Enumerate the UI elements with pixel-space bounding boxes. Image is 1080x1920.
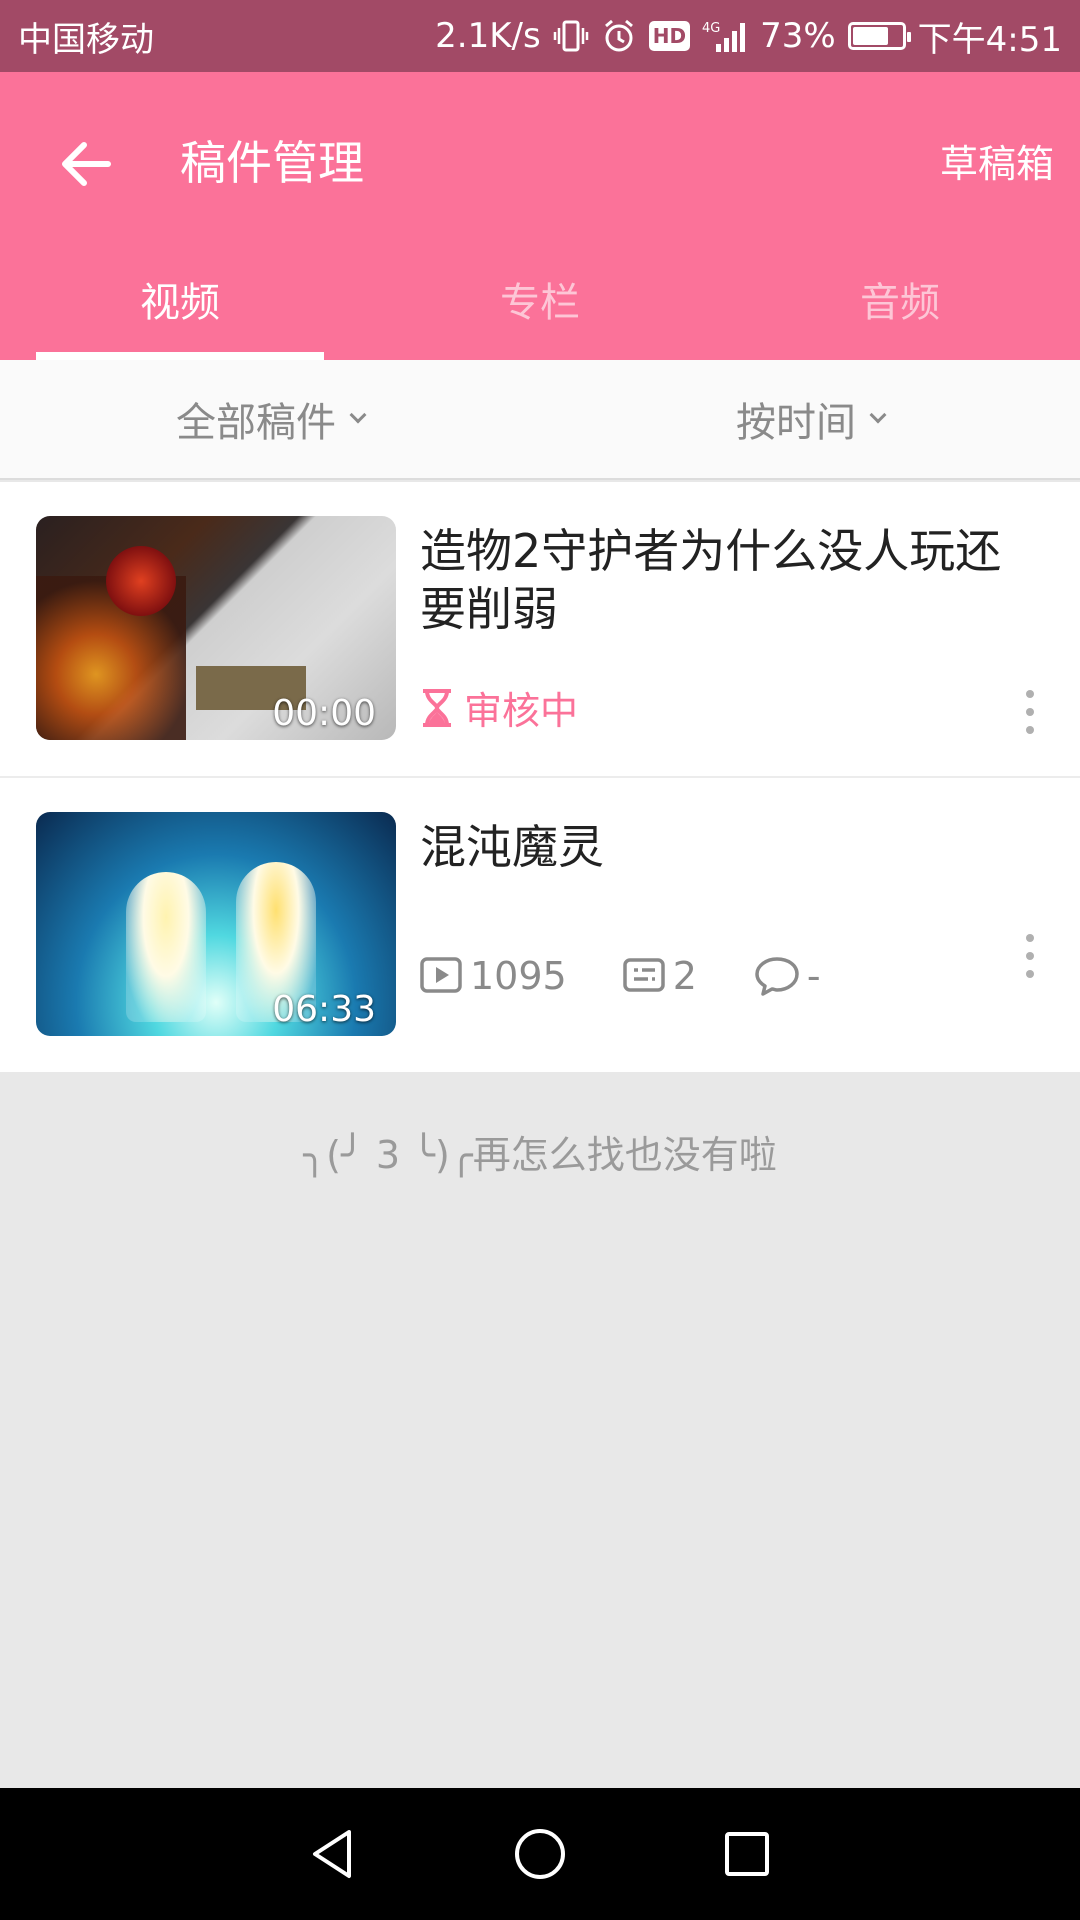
tab-indicator: [36, 352, 324, 360]
signal-icon: 4G: [702, 16, 748, 56]
video-thumbnail[interactable]: 06:33: [36, 812, 396, 1036]
back-button[interactable]: [46, 124, 126, 204]
status-label: 审核中: [464, 689, 579, 733]
play-count: 1095: [420, 954, 567, 998]
nav-home-button[interactable]: [500, 1814, 580, 1894]
more-options-button[interactable]: [1020, 682, 1040, 742]
navigation-bar: [0, 1788, 1080, 1920]
network-speed: 2.1K/s: [435, 16, 541, 56]
video-thumbnail[interactable]: 00:00: [36, 516, 396, 740]
video-title: 造物2守护者为什么没人玩还要削弱: [420, 524, 1002, 636]
danmaku-count: 2: [622, 954, 697, 998]
video-duration: 00:00: [272, 693, 376, 734]
screen: 中国移动 2.1K/s HD 4G 73% 下午4:51 稿件管理 草稿箱 视频: [0, 0, 1080, 1920]
end-of-list-message: ╮(╯ 3 ╰)╭再怎么找也没有啦: [303, 1133, 777, 1177]
tab-column[interactable]: 专栏: [360, 258, 720, 360]
nav-back-button[interactable]: [293, 1814, 373, 1894]
vibrate-icon: [553, 16, 589, 56]
chevron-down-icon: [349, 406, 367, 424]
video-stats-row: 1095 2 -: [420, 954, 877, 998]
square-recents-icon: [724, 1832, 769, 1876]
network-type: 4G: [702, 21, 720, 36]
nav-recents-button[interactable]: [707, 1814, 787, 1894]
tab-video[interactable]: 视频: [0, 258, 360, 360]
arrow-left-icon: [62, 142, 111, 186]
more-options-button[interactable]: [1020, 926, 1040, 986]
alarm-icon: [601, 16, 637, 56]
drafts-button[interactable]: 草稿箱: [940, 132, 1054, 196]
sort-label: 按时间: [736, 400, 856, 446]
triangle-back-icon: [313, 1830, 352, 1878]
battery-icon: [847, 22, 911, 50]
app-bar: 稿件管理 草稿箱 视频 专栏 音频: [0, 72, 1080, 360]
circle-home-icon: [514, 1829, 565, 1879]
video-list: 00:00 造物2守护者为什么没人玩还要削弱 审核中 06:33 混沌魔灵 10…: [0, 482, 1080, 1072]
status-bar: 中国移动 2.1K/s HD 4G 73% 下午4:51: [0, 0, 1080, 72]
list-item[interactable]: 06:33 混沌魔灵 1095 2 -: [0, 778, 1080, 1072]
status-icons: 2.1K/s HD 4G 73% 下午4:51: [435, 12, 1062, 61]
list-item[interactable]: 00:00 造物2守护者为什么没人玩还要削弱 审核中: [0, 482, 1080, 778]
clock: 下午4:51: [917, 19, 1062, 60]
comment-count: -: [753, 954, 821, 998]
tab-bar: 视频 专栏 音频: [0, 258, 1080, 360]
sort-dropdown[interactable]: 按时间: [540, 360, 1080, 478]
tab-audio[interactable]: 音频: [720, 258, 1080, 360]
carrier-label: 中国移动: [18, 19, 154, 60]
danmaku-icon: [622, 958, 665, 992]
battery-percent: 73%: [760, 16, 836, 56]
review-status: 审核中: [420, 680, 578, 735]
video-duration: 06:33: [272, 989, 376, 1030]
page-title: 稿件管理: [180, 136, 364, 190]
play-icon: [420, 957, 462, 993]
chevron-down-icon: [869, 406, 887, 424]
type-filter-label: 全部稿件: [176, 400, 336, 446]
video-title: 混沌魔灵: [420, 820, 604, 874]
hourglass-icon: [423, 688, 451, 727]
type-filter-dropdown[interactable]: 全部稿件: [0, 360, 540, 478]
battery-fill: [852, 27, 888, 45]
hd-icon: HD: [648, 21, 691, 51]
comment-icon: [755, 957, 799, 996]
filter-bar: 全部稿件 按时间: [0, 360, 1080, 480]
